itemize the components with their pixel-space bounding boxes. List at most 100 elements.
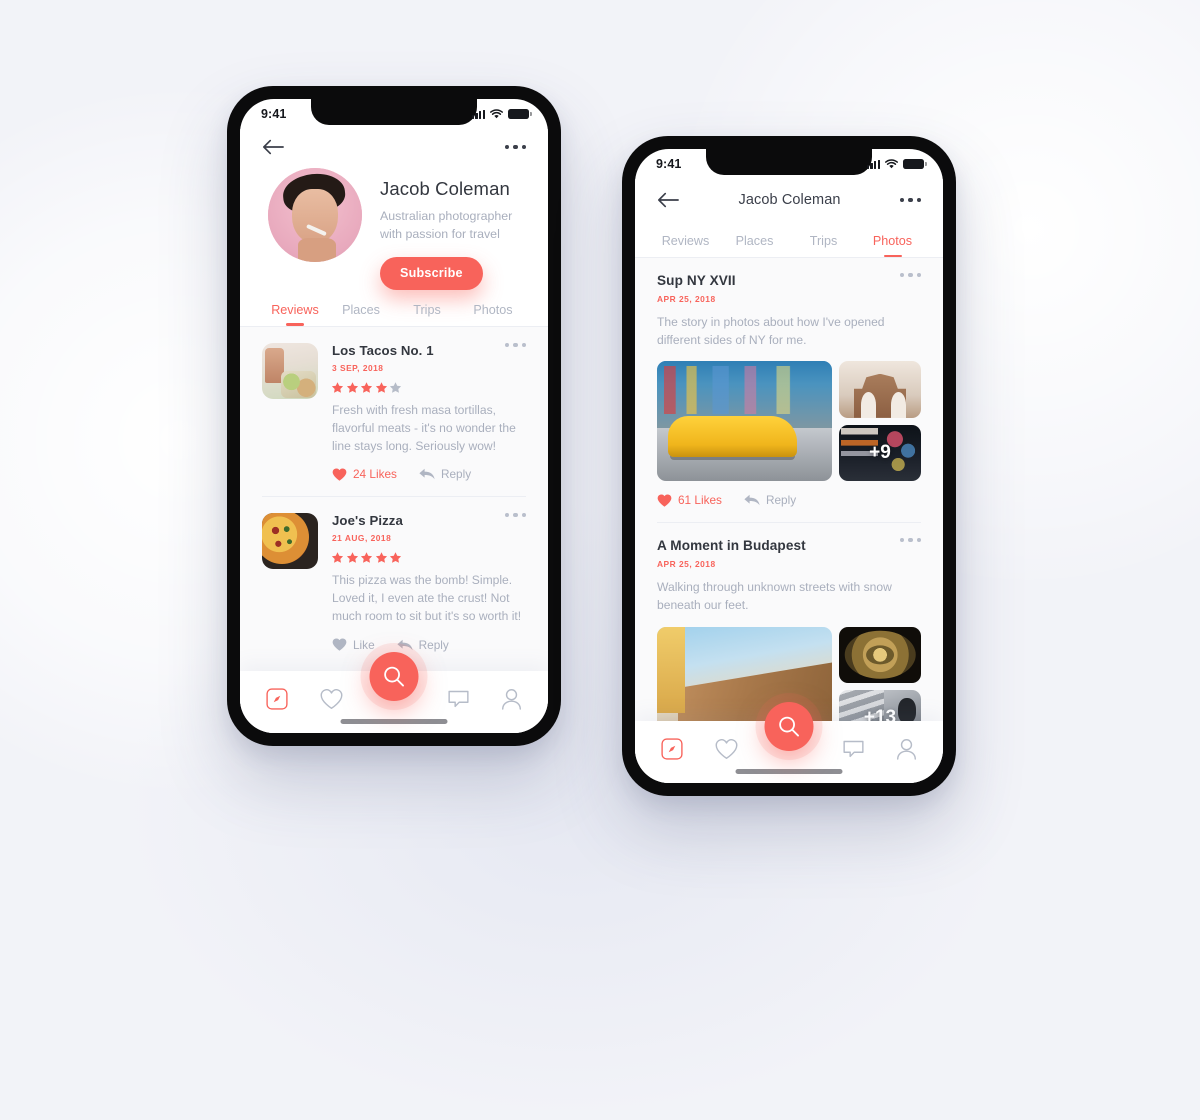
review-more-options-icon[interactable] <box>505 342 526 347</box>
profile-block: Jacob Coleman Australian photographer wi… <box>240 162 548 290</box>
rating-stars <box>332 552 526 563</box>
star-icon-filled <box>346 381 358 393</box>
review-title: Joe's Pizza <box>332 513 403 529</box>
post-header: A Moment in Budapest APR 25, 2018 <box>657 538 921 569</box>
phone-left-screen: 9:41 Jacob Coleman Australian photograph… <box>240 99 548 733</box>
search-fab-button[interactable] <box>764 702 814 751</box>
review-text: Fresh with fresh masa tortillas, flavorf… <box>332 402 516 453</box>
like-label: Like <box>353 637 375 652</box>
like-button[interactable]: Like <box>332 638 375 652</box>
review-actions: Like Reply <box>332 638 526 652</box>
status-bar: 9:41 <box>635 149 943 179</box>
nav-compass-button[interactable] <box>661 738 683 760</box>
more-photos-badge[interactable]: +9 <box>839 425 921 482</box>
photo-times-square[interactable]: +9 <box>839 424 921 482</box>
more-options-icon[interactable] <box>505 144 526 150</box>
star-icon-empty <box>390 381 401 393</box>
back-arrow-icon[interactable] <box>657 191 679 209</box>
photo-post[interactable]: Sup NY XVII APR 25, 2018 The story in ph… <box>635 258 943 507</box>
post-actions: 61 Likes Reply <box>657 493 921 507</box>
review-photo-tacos[interactable] <box>262 342 318 399</box>
review-card[interactable]: Los Tacos No. 1 3 SEP, 2018 Fresh with f… <box>240 327 548 481</box>
top-nav-bar: Jacob Coleman <box>635 179 943 221</box>
home-indicator <box>340 719 448 724</box>
post-more-options-icon[interactable] <box>900 273 921 278</box>
post-header: Sup NY XVII APR 25, 2018 <box>657 273 921 304</box>
nav-likes-button[interactable] <box>715 738 738 760</box>
profile-avatar-image <box>268 168 362 262</box>
photo-grid-side: +9 <box>839 361 921 482</box>
review-body: Joe's Pizza 21 AUG, 2018 This pizza was … <box>318 513 526 652</box>
battery-icon <box>903 159 927 169</box>
search-fab-button[interactable] <box>369 652 419 701</box>
reply-label: Reply <box>418 637 449 652</box>
status-time: 9:41 <box>656 157 682 171</box>
nav-profile-button[interactable] <box>896 738 917 760</box>
tab-places[interactable]: Places <box>720 234 789 257</box>
more-options-icon[interactable] <box>900 197 921 203</box>
star-icon-filled <box>361 552 372 563</box>
status-bar: 9:41 <box>240 99 548 129</box>
nav-likes-button[interactable] <box>320 688 343 710</box>
review-more-options-icon[interactable] <box>505 513 526 518</box>
star-icon-filled <box>361 381 372 393</box>
tab-trips[interactable]: Trips <box>789 234 858 257</box>
review-actions: 24 Likes Reply <box>332 467 526 481</box>
heart-icon <box>320 688 343 709</box>
tab-trips[interactable]: Trips <box>394 303 460 326</box>
profile-info: Jacob Coleman Australian photographer wi… <box>362 168 525 290</box>
reply-button[interactable]: Reply <box>419 467 471 481</box>
search-icon <box>384 666 404 687</box>
subscribe-button[interactable]: Subscribe <box>380 256 483 290</box>
photo-basilica-dome[interactable] <box>839 626 921 684</box>
tab-photos[interactable]: Photos <box>460 303 526 326</box>
heart-icon <box>715 738 738 759</box>
review-title: Los Tacos No. 1 <box>332 342 434 358</box>
reply-button[interactable]: Reply <box>744 493 796 507</box>
nav-profile-button[interactable] <box>501 688 522 710</box>
review-photo-pizza[interactable] <box>262 513 318 570</box>
profile-tabs: Reviews Places Trips Photos <box>635 221 943 257</box>
tab-places[interactable]: Places <box>328 303 394 326</box>
wifi-icon <box>885 159 898 169</box>
star-icon-filled <box>332 552 343 563</box>
reply-button[interactable]: Reply <box>397 638 449 652</box>
review-text: This pizza was the bomb! Simple. Loved i… <box>332 573 522 624</box>
star-icon-filled <box>332 381 343 393</box>
like-button[interactable]: 24 Likes <box>332 467 397 481</box>
compass-icon <box>266 688 288 710</box>
comment-icon <box>843 740 864 757</box>
post-more-options-icon[interactable] <box>900 538 921 543</box>
reply-arrow-icon <box>744 495 760 506</box>
photo-grid: +9 <box>657 361 921 482</box>
review-body: Los Tacos No. 1 3 SEP, 2018 Fresh with f… <box>318 342 526 481</box>
tab-photos[interactable]: Photos <box>858 234 927 257</box>
tab-reviews[interactable]: Reviews <box>651 234 720 257</box>
reply-label: Reply <box>440 467 472 482</box>
nav-compass-button[interactable] <box>266 688 288 710</box>
review-header: Los Tacos No. 1 3 SEP, 2018 <box>332 342 526 373</box>
tab-reviews[interactable]: Reviews <box>262 303 328 326</box>
comment-icon <box>448 690 469 707</box>
home-indicator <box>735 769 843 774</box>
phone-left: 9:41 Jacob Coleman Australian photograph… <box>227 86 561 746</box>
back-arrow-icon[interactable] <box>262 138 284 156</box>
status-icons <box>471 109 532 119</box>
star-icon-filled <box>375 381 387 393</box>
star-icon-filled <box>375 552 387 563</box>
review-card[interactable]: Joe's Pizza 21 AUG, 2018 This pizza was … <box>240 497 548 652</box>
profile-tabs: Reviews Places Trips Photos <box>240 289 548 326</box>
like-button[interactable]: 61 Likes <box>657 493 722 507</box>
like-count: 61 Likes <box>678 493 722 508</box>
avatar[interactable] <box>268 168 362 262</box>
post-text: The story in photos about how I've opene… <box>657 315 885 348</box>
heart-icon <box>332 468 347 481</box>
nav-comments-button[interactable] <box>448 689 469 710</box>
nav-comments-button[interactable] <box>843 739 864 760</box>
cellular-signal-icon <box>471 109 485 119</box>
person-icon <box>502 689 521 710</box>
rating-stars <box>332 381 526 393</box>
photo-ny-taxi[interactable] <box>657 361 832 482</box>
photo-brooklyn-bridge[interactable] <box>839 361 921 418</box>
post-date: APR 25, 2018 <box>657 559 716 570</box>
